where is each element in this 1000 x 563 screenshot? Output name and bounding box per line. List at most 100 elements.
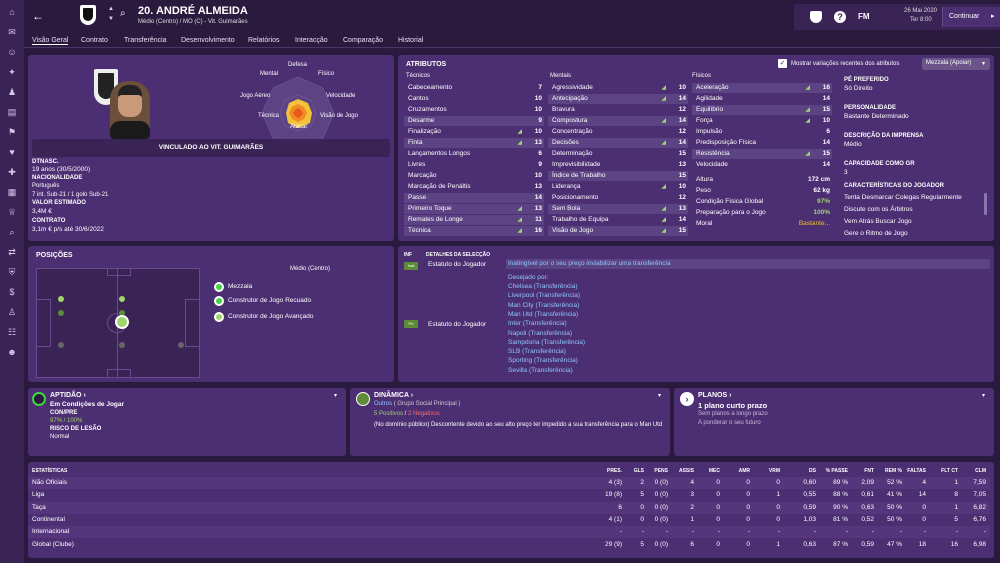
attribute-row[interactable]: Marcação de Penáltis 13 (404, 182, 544, 192)
attribute-row[interactable]: Impulsão 6 (692, 127, 832, 137)
attribute-row[interactable]: Visão de Jogo 15 ◢ (548, 226, 688, 236)
attribute-row[interactable]: Sem Bola 13 ◢ (548, 204, 688, 214)
attribute-row[interactable]: Antecipação 14 ◢ (548, 94, 688, 104)
stats-column-header[interactable]: CLM (946, 468, 986, 474)
attribute-row[interactable]: Agressividade 10 ◢ (548, 83, 688, 93)
role-recuado[interactable]: Construtor de Jogo Recuado (228, 297, 311, 304)
reports-icon[interactable]: ☷ (5, 326, 19, 338)
attribute-row[interactable]: Equilíbrio 15 ◢ (692, 105, 832, 115)
dev-centre-icon[interactable]: ♙ (5, 306, 19, 318)
attribute-row[interactable]: Decisões 14 ◢ (548, 138, 688, 148)
chevron-down-icon[interactable]: ▾ (658, 392, 661, 399)
recent-changes-checkbox[interactable]: ✓ (778, 59, 787, 68)
tab-desenvolvimento[interactable]: Desenvolvimento (181, 37, 235, 44)
tab-transferencia[interactable]: Transferência (124, 37, 167, 44)
continue-button[interactable]: Continuar ▸ (942, 7, 1000, 27)
dynamics-group[interactable]: Outros (374, 401, 392, 407)
club-badge-icon[interactable] (810, 11, 822, 23)
club-icon[interactable]: ⛨ (5, 266, 19, 278)
attribute-row[interactable]: Liderança 10 ◢ (548, 182, 688, 192)
attribute-row[interactable]: Desarme 9 (404, 116, 544, 126)
back-arrow-icon[interactable]: ← (32, 9, 44, 23)
attribute-row[interactable]: Bravura 12 (548, 105, 688, 115)
attribute-row[interactable]: Concentração 12 (548, 127, 688, 137)
attribute-row[interactable]: Marcação 10 (404, 171, 544, 181)
tab-relatorios[interactable]: Relatórios (248, 37, 280, 44)
wanted-club-link[interactable]: Man City (Transferência) (508, 302, 579, 309)
help-icon[interactable]: ? (834, 11, 846, 23)
stats-row[interactable]: Taça 6 0 0 (0) 2 0 0 0 0,59 90 % 0,63 50 % 0 1 6,82 (28, 501, 990, 514)
wanted-club-link[interactable]: Sampdoria (Transferência) (508, 339, 585, 346)
attribute-row[interactable]: Cruzamentos 10 (404, 105, 544, 115)
chevron-down-icon[interactable]: ▾ (334, 392, 337, 399)
wanted-club-link[interactable]: Napoli (Transferência) (508, 330, 572, 337)
schedule-icon[interactable]: ▤ (5, 106, 19, 118)
wanted-club-link[interactable]: Chelsea (Transferência) (508, 283, 577, 290)
role-select[interactable]: Mezzala (Apoiar) ▾ (922, 58, 990, 70)
tab-visao-geral[interactable]: Visão Geral (32, 37, 69, 45)
search-icon[interactable]: ⌕ (120, 8, 126, 19)
attribute-row[interactable]: Cantos 10 (404, 94, 544, 104)
plans-title[interactable]: PLANOS › (698, 392, 731, 399)
stats-row[interactable]: Internacional - - - - - - - - - - - - - - (28, 526, 990, 539)
people-icon[interactable]: ☻ (5, 346, 19, 358)
attribute-row[interactable]: Posicionamento 12 (548, 193, 688, 203)
attribute-row[interactable]: Remates de Longe 11 ◢ (404, 215, 544, 225)
position-dot-mc[interactable] (119, 296, 125, 302)
stats-row[interactable]: Liga 19 (8) 5 0 (0) 3 0 0 1 0,55 88 % 0,61 41 % 14 8 7… (28, 489, 990, 501)
attribute-row[interactable]: Trabalho de Equipa 14 ◢ (548, 215, 688, 225)
staff-icon[interactable]: ♟ (5, 86, 19, 98)
home-icon[interactable]: ⌂ (5, 6, 19, 18)
attribute-row[interactable]: Passe 14 (404, 193, 544, 203)
position-dot-dr[interactable] (178, 342, 184, 348)
attribute-row[interactable]: Cabeceamento 7 (404, 83, 544, 93)
wanted-club-link[interactable]: Inter (Transferência) (508, 320, 567, 327)
tab-historial[interactable]: Historial (398, 37, 423, 44)
wanted-club-link[interactable]: Man Utd (Transferência) (508, 311, 578, 318)
stats-column-header[interactable]: VRM (740, 468, 780, 474)
position-dot-mc-left[interactable] (58, 296, 64, 302)
attribute-row[interactable]: Força 10 ◢ (692, 116, 832, 126)
attribute-row[interactable]: Determinação 15 (548, 149, 688, 159)
wanted-club-link[interactable]: Liverpool (Transferência) (508, 292, 580, 299)
attribute-row[interactable]: Velocidade 14 (692, 160, 832, 170)
attribute-row[interactable]: Compostura 14 ◢ (548, 116, 688, 126)
attribute-row[interactable]: Aceleração 16 ◢ (692, 83, 832, 93)
attribute-row[interactable]: Primeiro Toque 13 ◢ (404, 204, 544, 214)
attribute-row[interactable]: Imprevisibilidade 13 (548, 160, 688, 170)
attribute-row[interactable]: Agilidade 14 (692, 94, 832, 104)
wanted-club-link[interactable]: Sevilla (Transferência) (508, 367, 573, 374)
stats-row[interactable]: Global (Clube) 29 (9) 5 0 (0) 6 0 0 1 0,63 87 % 0,… (28, 539, 990, 551)
position-dot-selected[interactable] (115, 315, 129, 329)
dynamics-title[interactable]: DINÂMICA › (374, 392, 413, 399)
trophy-icon[interactable]: ♕ (5, 206, 19, 218)
tab-comparacao[interactable]: Comparação (343, 37, 383, 44)
attribute-row[interactable]: Predisposição Física 14 (692, 138, 832, 148)
inbox-icon[interactable]: ✉ (5, 26, 19, 38)
wanted-club-link[interactable]: SLB (Transferência) (508, 348, 566, 355)
fm-label[interactable]: FM (858, 12, 870, 21)
attribute-row[interactable]: Finta 13 ◢ (404, 138, 544, 148)
training-icon[interactable]: ⚑ (5, 126, 19, 138)
squad-icon[interactable]: ☺ (5, 46, 19, 58)
chevron-down-icon[interactable]: ▾ (982, 392, 985, 399)
position-dot-dc[interactable] (119, 342, 125, 348)
chevron-up-icon[interactable]: ▲ (108, 6, 114, 12)
status1-text[interactable]: Inatingível por o seu preço inviabilizar… (508, 260, 671, 267)
wanted-club-link[interactable]: Sporting (Transferência) (508, 357, 578, 364)
scouting-icon[interactable]: ⌕ (5, 226, 19, 238)
tab-contrato[interactable]: Contrato (81, 37, 108, 44)
attribute-row[interactable]: Lançamentos Longos 6 (404, 149, 544, 159)
finances-icon[interactable]: $ (5, 286, 19, 298)
role-mezzala[interactable]: Mezzala (228, 283, 252, 290)
position-dot-dl[interactable] (58, 342, 64, 348)
medical-icon[interactable]: ✚ (5, 166, 19, 178)
chevron-down-icon[interactable]: ▼ (108, 16, 114, 22)
role-avancado[interactable]: Construtor de Jogo Avançado (228, 313, 314, 320)
tactics-icon[interactable]: ✦ (5, 66, 19, 78)
fitness-title[interactable]: APTIDÃO › (50, 392, 86, 399)
attribute-row[interactable]: Livres 9 (404, 160, 544, 170)
stats-row[interactable]: Continental 4 (1) 0 0 (0) 1 0 0 0 1,03 81 % 0,52 50… (28, 514, 990, 526)
position-dot-dm[interactable] (58, 310, 64, 316)
attribute-row[interactable]: Índice de Trabalho 15 (548, 171, 688, 181)
